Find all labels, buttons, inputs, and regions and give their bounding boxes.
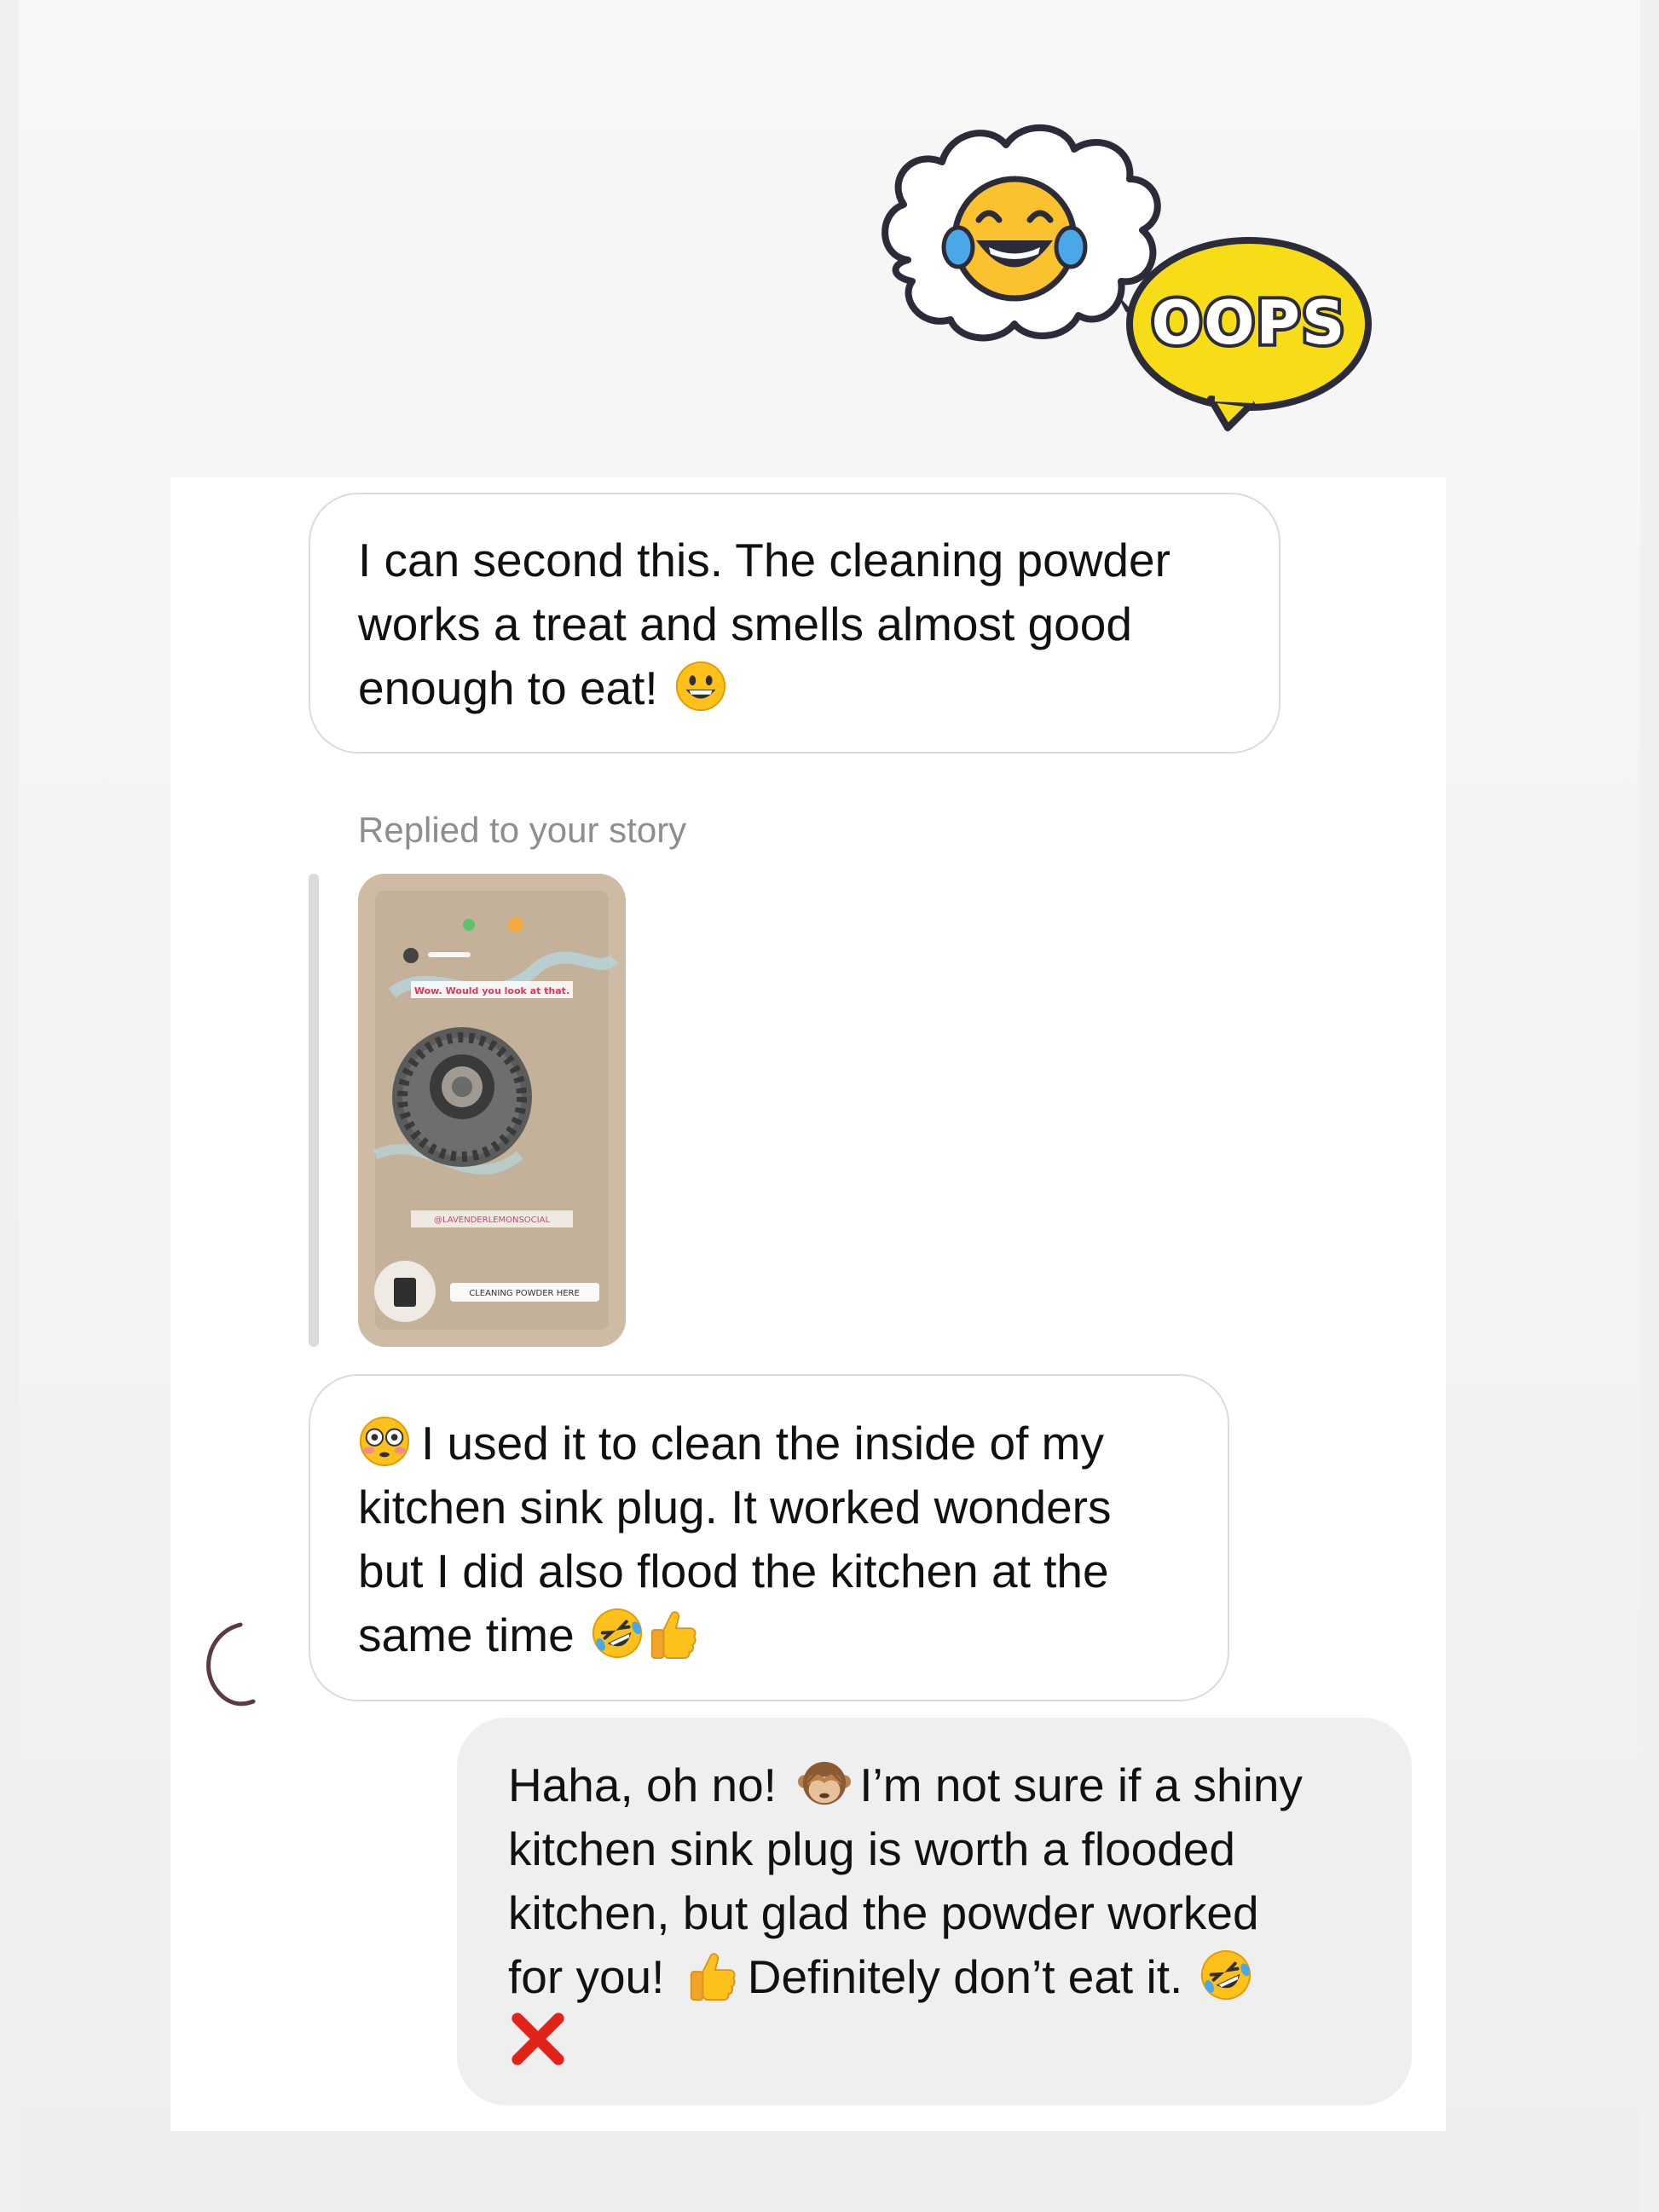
see-no-evil-monkey-icon <box>798 1761 852 1805</box>
message-text: for you! <box>508 1950 665 2003</box>
message-text: enough to eat! <box>358 661 658 714</box>
message-text: works a treat and smells almost good <box>358 598 1132 650</box>
message-text: but I did also flood the kitchen at the <box>358 1545 1109 1597</box>
message-text: I used it to clean the inside of my <box>421 1417 1104 1470</box>
message-text: Haha, oh no! <box>508 1759 777 1811</box>
flushed-face-icon <box>359 1416 410 1467</box>
message-text: same time <box>358 1608 575 1661</box>
message-text-line: for you! Definitely don’t eat it. <box>508 1945 1364 2009</box>
message-text: I can second this. The cleaning powder <box>358 534 1171 586</box>
story-header-text: Wow. Would you look at that. <box>414 985 569 996</box>
oops-sticker: OOPS <box>1126 237 1372 431</box>
rolling-on-floor-laughing-icon <box>592 1608 643 1659</box>
rolling-on-floor-laughing-icon <box>1200 1949 1251 2001</box>
message-text: I’m not sure if a shiny <box>859 1759 1303 1811</box>
story-handle-text: @LAVENDERLEMONSOCIAL <box>434 1216 550 1225</box>
stickers-group: OOPS <box>882 124 1372 431</box>
oops-label: OOPS <box>1152 288 1347 358</box>
message-text: kitchen sink plug. It worked wonders <box>358 1481 1112 1533</box>
message-text-line: I used it to clean the inside of my <box>358 1412 1180 1476</box>
message-text: kitchen sink plug is worth a flooded <box>508 1822 1235 1875</box>
message-bubble-incoming[interactable]: I used it to clean the inside of my kitc… <box>309 1374 1229 1701</box>
thumbs-up-icon <box>690 1953 736 2001</box>
message-text: kitchen, but glad the powder worked <box>508 1886 1259 1939</box>
message-text-line: same time <box>358 1603 1180 1667</box>
sink-plug-image <box>392 1027 532 1167</box>
story-thumbnail[interactable]: Wow. Would you look at that. @LAVENDERLE… <box>358 874 626 1347</box>
story-preview-image: Wow. Would you look at that. @LAVENDERLE… <box>358 874 626 1347</box>
product-jar-icon <box>394 1278 416 1307</box>
grinning-face-icon <box>675 661 726 712</box>
avatar <box>403 948 419 963</box>
message-text: Definitely don’t eat it. <box>747 1950 1183 2003</box>
message-bubble-incoming[interactable]: I can second this. The cleaning powder w… <box>309 493 1280 754</box>
laughing-thought-sticker <box>882 124 1164 345</box>
loading-spinner-icon <box>206 1622 256 1707</box>
message-text-line: Haha, oh no! I’m not sure if a shiny <box>508 1753 1364 1817</box>
reply-indicator-bar <box>309 874 319 1347</box>
check-icon <box>463 919 475 931</box>
cross-mark-icon <box>512 2013 564 2065</box>
message-bubble-outgoing[interactable]: Haha, oh no! I’m not sure if a shiny kit… <box>457 1718 1412 2105</box>
message-text-line: enough to eat! <box>358 656 1231 720</box>
story-link-text: CLEANING POWDER HERE <box>469 1289 580 1298</box>
replied-to-story-label: Replied to your story <box>358 810 687 850</box>
emoji-sticker-icon <box>508 917 523 933</box>
thumbs-up-icon <box>650 1611 697 1660</box>
message-text-line <box>508 2009 1364 2076</box>
